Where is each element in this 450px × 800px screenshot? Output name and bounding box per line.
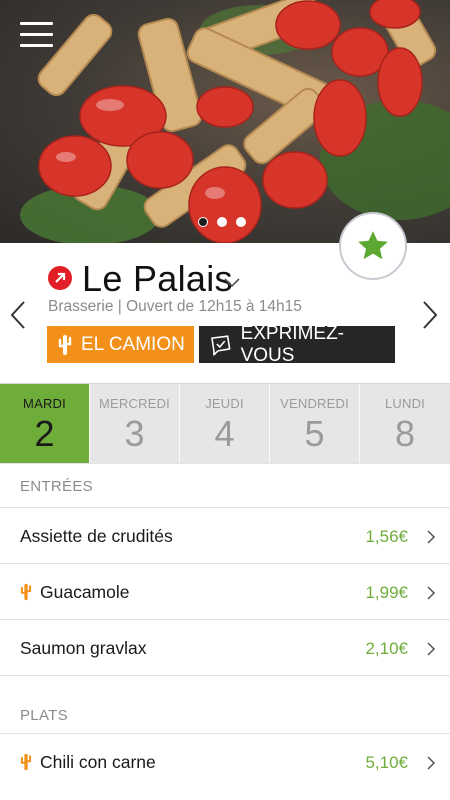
menu-item-row[interactable]: Chili con carne 5,10€: [0, 733, 450, 789]
cactus-icon: [58, 334, 72, 355]
chevron-right-icon: [427, 530, 436, 544]
section-title: PLATS: [20, 707, 68, 724]
day-number: 5: [304, 413, 325, 454]
day-number: 3: [124, 413, 145, 454]
day-name: MARDI: [23, 396, 66, 411]
day-number: 8: [394, 413, 416, 454]
hamburger-menu-icon[interactable]: [20, 22, 53, 48]
chevron-right-icon: [427, 586, 436, 600]
item-price: 1,99€: [365, 583, 408, 602]
day-tab-jeudi[interactable]: JEUDI 4: [180, 384, 270, 464]
star-icon: [358, 231, 388, 260]
carousel-dot[interactable]: [217, 217, 227, 227]
day-name: MERCREDI: [99, 396, 170, 411]
day-number: 2: [34, 413, 55, 454]
chevron-right-icon: [423, 301, 438, 329]
chevron-right-icon: [427, 642, 436, 656]
arrow-up-right-icon: [48, 266, 72, 290]
item-price: 1,56€: [365, 527, 408, 546]
chevron-right-icon: [427, 756, 436, 770]
day-tab-vendredi[interactable]: VENDREDI 5: [270, 384, 360, 464]
day-name: JEUDI: [205, 396, 244, 411]
chevron-left-icon: [10, 301, 25, 329]
item-name: Saumon gravlax: [20, 638, 147, 658]
next-restaurant-button[interactable]: [420, 298, 440, 332]
day-name: LUNDI: [384, 396, 425, 411]
hero-image[interactable]: [0, 0, 450, 243]
exprimez-vous-label: EXPRIMEZ-VOUS: [240, 322, 345, 366]
restaurant-subtitle: Brasserie | Ouvert de 12h15 à 14h15: [48, 298, 302, 315]
carousel-indicator: [198, 217, 246, 227]
restaurant-name[interactable]: Le Palais: [82, 258, 233, 300]
menu-item-row[interactable]: Saumon gravlax 2,10€: [0, 619, 450, 675]
day-number: 4: [214, 413, 235, 454]
item-name: Guacamole: [40, 582, 130, 602]
section-title: ENTRÉES: [20, 478, 93, 495]
food-photo: [20, 0, 450, 243]
cactus-icon: [20, 753, 32, 771]
carousel-dot[interactable]: [198, 217, 208, 227]
item-name: Assiette de crudités: [20, 526, 173, 546]
day-tab-mardi[interactable]: MARDI 2: [0, 384, 90, 464]
chevron-down-icon[interactable]: [223, 274, 241, 293]
item-name: Chili con carne: [40, 752, 156, 772]
section-header-plats: PLATS: [0, 689, 450, 733]
day-tab-mercredi[interactable]: MERCREDI 3: [90, 384, 180, 464]
section-header-entrees: ENTRÉES: [0, 463, 450, 507]
favorite-button[interactable]: [339, 212, 407, 280]
carousel-dot[interactable]: [236, 217, 246, 227]
item-price: 2,10€: [365, 639, 408, 658]
menu-item-row[interactable]: Guacamole 1,99€: [0, 563, 450, 619]
previous-restaurant-button[interactable]: [8, 298, 28, 332]
speech-checkmark-icon: [211, 334, 231, 356]
section-divider: [0, 675, 450, 689]
el-camion-label: EL CAMION: [81, 333, 185, 355]
day-tab-lundi[interactable]: LUNDI 8: [360, 384, 450, 464]
exprimez-vous-button[interactable]: EXPRIMEZ-VOUS: [199, 323, 395, 366]
item-price: 5,10€: [365, 753, 408, 772]
day-name: VENDREDI: [280, 396, 349, 411]
day-tabs: MARDI 2 MERCREDI 3 JEUDI 4 VENDREDI 5 LU…: [0, 383, 450, 464]
menu-item-row[interactable]: Assiette de crudités 1,56€: [0, 507, 450, 563]
cactus-icon: [20, 583, 32, 601]
el-camion-button[interactable]: EL CAMION: [47, 326, 194, 363]
